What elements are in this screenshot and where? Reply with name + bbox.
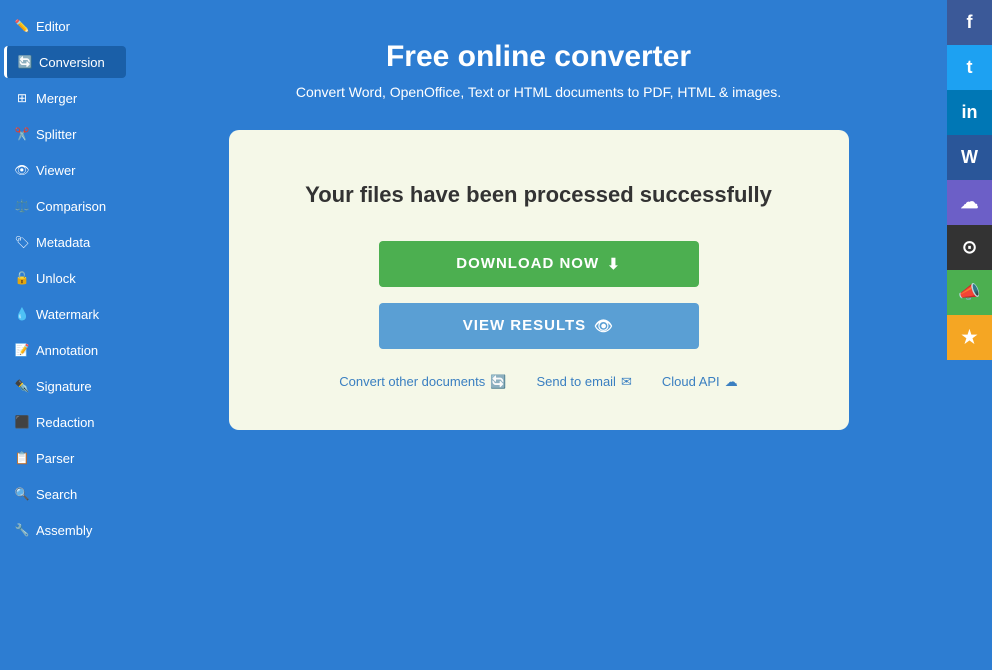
sidebar-item-annotation[interactable]: 📝 Annotation <box>4 334 126 366</box>
comparison-icon: ⚖️ <box>14 198 30 214</box>
sidebar: ✏️ Editor 🔄 Conversion ⊞ Merger ✂️ Splitter 👁 Vie… <box>0 0 130 670</box>
sidebar-item-splitter[interactable]: ✂️ Splitter <box>4 118 126 150</box>
editor-icon: ✏️ <box>14 18 30 34</box>
refresh-icon: 🔄 <box>490 374 506 390</box>
sidebar-label-signature: Signature <box>36 379 92 394</box>
main-content: Free online converter Convert Word, Open… <box>130 0 947 670</box>
convert-other-label: Convert other documents <box>339 374 485 389</box>
sidebar-item-watermark[interactable]: 💧 Watermark <box>4 298 126 330</box>
social-linkedin-button[interactable]: in <box>947 90 992 135</box>
page-subtitle: Convert Word, OpenOffice, Text or HTML d… <box>296 84 781 100</box>
sidebar-item-signature[interactable]: ✒️ Signature <box>4 370 126 402</box>
sidebar-label-parser: Parser <box>36 451 74 466</box>
sidebar-label-splitter: Splitter <box>36 127 76 142</box>
card-links: Convert other documents 🔄 Send to email … <box>339 374 737 390</box>
social-cloud-button[interactable]: ☁ <box>947 180 992 225</box>
splitter-icon: ✂️ <box>14 126 30 142</box>
redaction-icon: ⬛ <box>14 414 30 430</box>
cloud-api-label: Cloud API <box>662 374 720 389</box>
social-bar: ftinW☁⊙📣★ <box>947 0 992 670</box>
sidebar-item-parser[interactable]: 📋 Parser <box>4 442 126 474</box>
parser-icon: 📋 <box>14 450 30 466</box>
sidebar-item-assembly[interactable]: 🔧 Assembly <box>4 514 126 546</box>
watermark-icon: 💧 <box>14 306 30 322</box>
search-icon: 🔍 <box>14 486 30 502</box>
send-email-link[interactable]: Send to email ✉ <box>536 374 631 390</box>
sidebar-item-comparison[interactable]: ⚖️ Comparison <box>4 190 126 222</box>
social-star-button[interactable]: ★ <box>947 315 992 360</box>
social-github-button[interactable]: ⊙ <box>947 225 992 270</box>
sidebar-item-viewer[interactable]: 👁 Viewer <box>4 154 126 186</box>
sidebar-label-unlock: Unlock <box>36 271 76 286</box>
sidebar-item-unlock[interactable]: 🔓 Unlock <box>4 262 126 294</box>
sidebar-label-annotation: Annotation <box>36 343 98 358</box>
sidebar-label-redaction: Redaction <box>36 415 95 430</box>
annotation-icon: 📝 <box>14 342 30 358</box>
sidebar-label-search: Search <box>36 487 77 502</box>
view-results-label: VIEW RESULTS <box>463 317 586 334</box>
view-results-button[interactable]: VIEW RESULTS 👁 <box>379 303 699 349</box>
eye-icon: 👁 <box>594 317 614 335</box>
send-email-label: Send to email <box>536 374 616 389</box>
unlock-icon: 🔓 <box>14 270 30 286</box>
assembly-icon: 🔧 <box>14 522 30 538</box>
social-twitter-button[interactable]: t <box>947 45 992 90</box>
conversion-icon: 🔄 <box>17 54 33 70</box>
download-label: DOWNLOAD NOW <box>456 255 599 272</box>
cloud-api-link[interactable]: Cloud API ☁ <box>662 374 738 390</box>
sidebar-label-editor: Editor <box>36 19 70 34</box>
sidebar-label-comparison: Comparison <box>36 199 106 214</box>
download-now-button[interactable]: DOWNLOAD NOW ⬇ <box>379 241 699 287</box>
success-message: Your files have been processed successfu… <box>305 180 772 211</box>
email-icon: ✉ <box>621 374 632 390</box>
sidebar-label-assembly: Assembly <box>36 523 92 538</box>
cloud-icon: ☁ <box>725 374 738 390</box>
sidebar-label-conversion: Conversion <box>39 55 105 70</box>
sidebar-label-merger: Merger <box>36 91 77 106</box>
sidebar-item-metadata[interactable]: 🏷 Metadata <box>4 226 126 258</box>
sidebar-item-redaction[interactable]: ⬛ Redaction <box>4 406 126 438</box>
viewer-icon: 👁 <box>14 162 30 178</box>
merger-icon: ⊞ <box>14 90 30 106</box>
sidebar-item-merger[interactable]: ⊞ Merger <box>4 82 126 114</box>
convert-other-link[interactable]: Convert other documents 🔄 <box>339 374 506 390</box>
sidebar-label-metadata: Metadata <box>36 235 90 250</box>
download-icon: ⬇ <box>607 255 621 273</box>
social-announce-button[interactable]: 📣 <box>947 270 992 315</box>
metadata-icon: 🏷 <box>14 234 30 250</box>
social-facebook-button[interactable]: f <box>947 0 992 45</box>
signature-icon: ✒️ <box>14 378 30 394</box>
sidebar-item-conversion[interactable]: 🔄 Conversion <box>4 46 126 78</box>
sidebar-label-viewer: Viewer <box>36 163 76 178</box>
sidebar-label-watermark: Watermark <box>36 307 99 322</box>
result-card: Your files have been processed successfu… <box>229 130 849 430</box>
sidebar-item-search[interactable]: 🔍 Search <box>4 478 126 510</box>
page-title: Free online converter <box>386 40 691 74</box>
social-word-button[interactable]: W <box>947 135 992 180</box>
sidebar-item-editor[interactable]: ✏️ Editor <box>4 10 126 42</box>
